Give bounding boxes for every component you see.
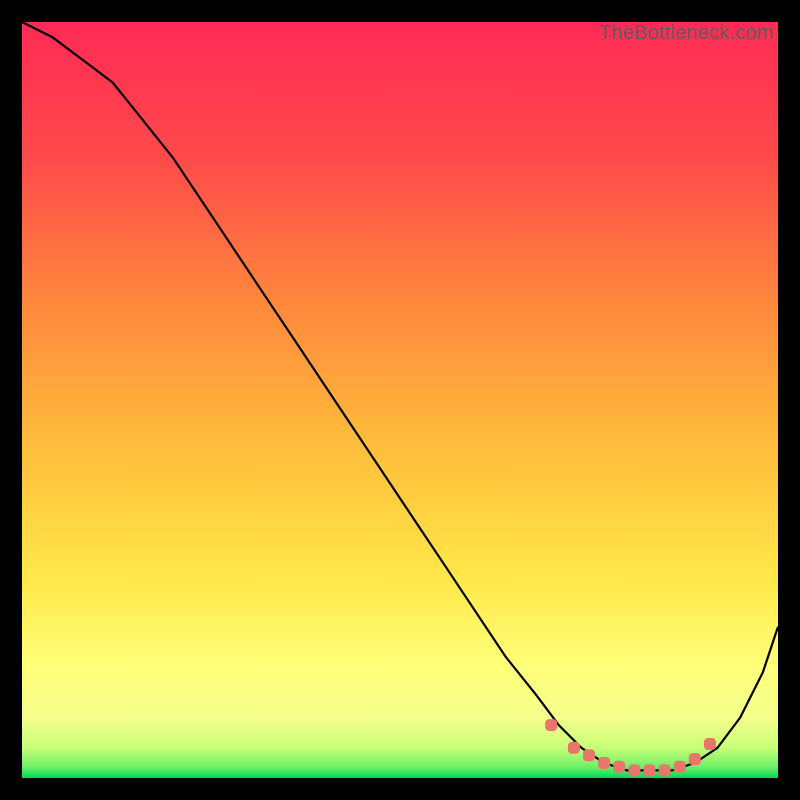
optimal-marker (598, 757, 610, 769)
watermark-text: TheBottleneck.com (599, 22, 774, 45)
optimal-marker (659, 764, 671, 776)
gradient-background (22, 22, 778, 778)
optimal-marker (568, 742, 580, 754)
optimal-marker (545, 719, 557, 731)
optimal-marker (689, 753, 701, 765)
optimal-marker (628, 764, 640, 776)
chart-frame: TheBottleneck.com (0, 0, 800, 800)
optimal-marker (704, 738, 716, 750)
optimal-marker (644, 764, 656, 776)
chart-svg (22, 22, 778, 778)
optimal-marker (583, 749, 595, 761)
optimal-marker (674, 761, 686, 773)
optimal-marker (613, 761, 625, 773)
chart-plot-area: TheBottleneck.com (22, 22, 778, 778)
